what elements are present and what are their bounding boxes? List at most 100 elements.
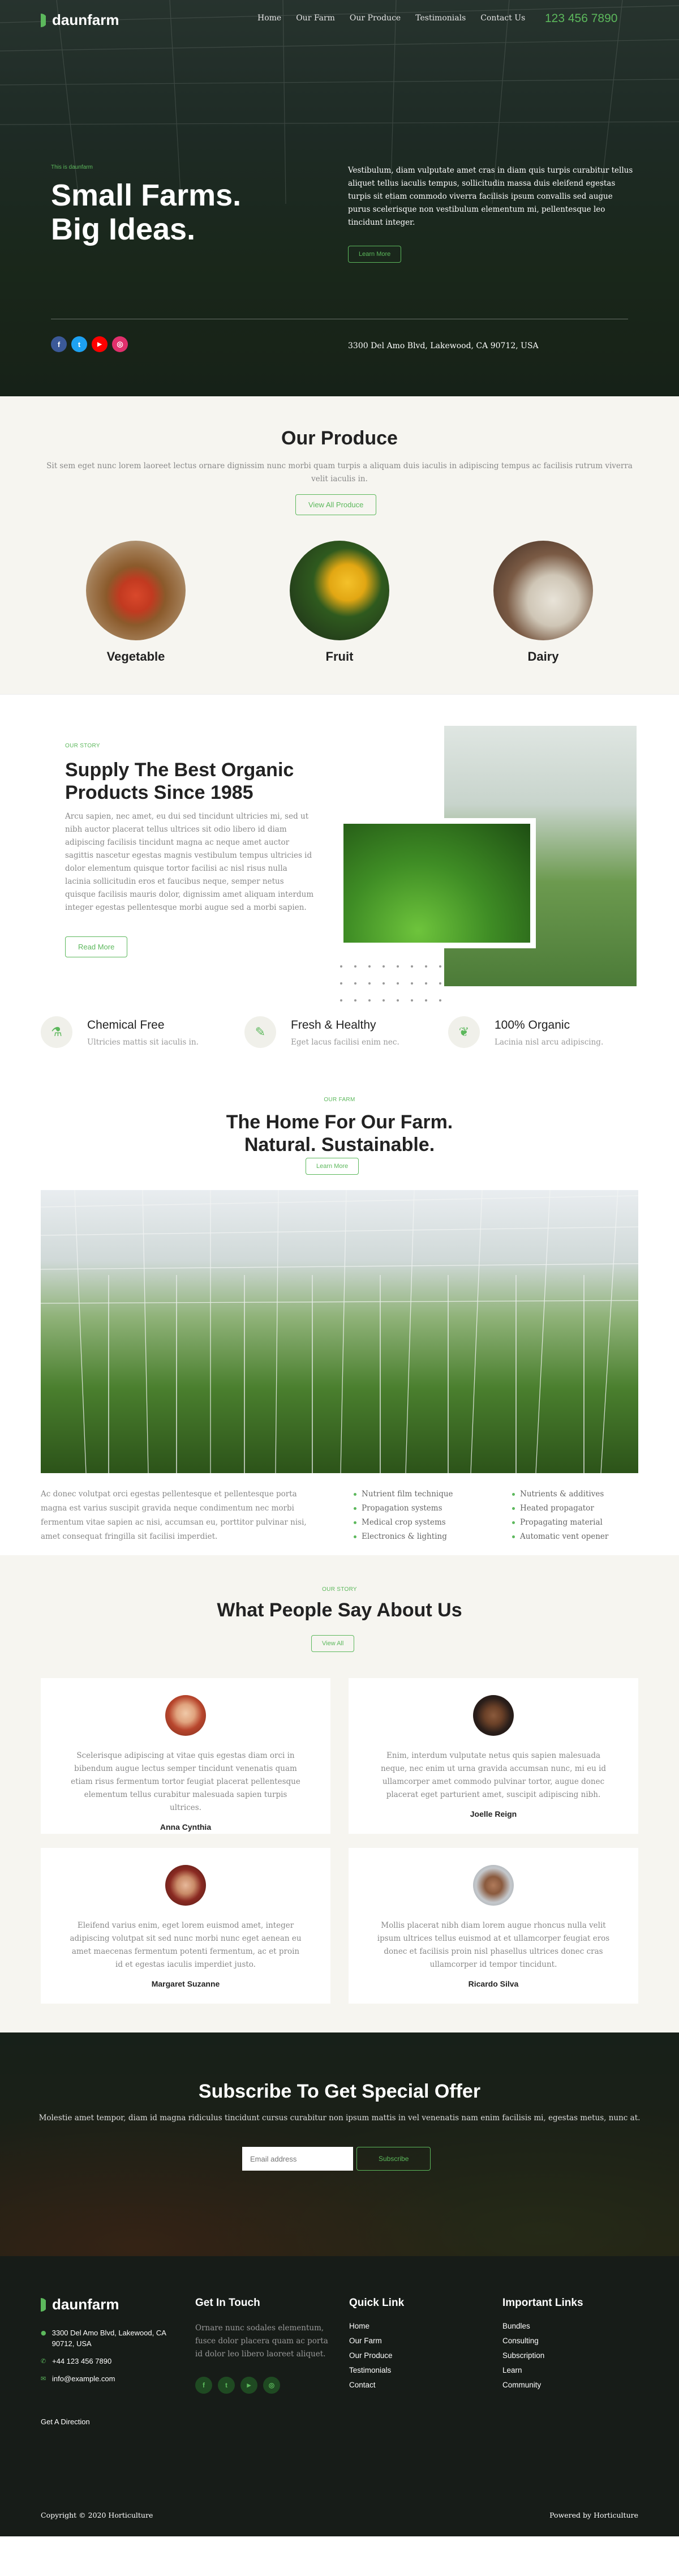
- read-more-button[interactable]: Read More: [65, 936, 128, 957]
- story-title: Supply The Best Organic Products Since 1…: [65, 759, 294, 803]
- farm-body-text: Ac donec volutpat orci egestas pellentes…: [41, 1490, 307, 1541]
- hero-tag: This is daunfarm: [51, 164, 93, 170]
- view-all-testimonials-button[interactable]: View All: [311, 1635, 355, 1652]
- testimonial-quote: Eleifend varius enim, eget lorem euismod…: [70, 1921, 302, 1969]
- produce-title: Our Produce: [281, 427, 398, 449]
- logo-text: daunfarm: [52, 2296, 119, 2313]
- testimonial-quote: Enim, interdum vulputate netus quis sapi…: [380, 1751, 607, 1799]
- list-item: Medical crop systems: [354, 1516, 453, 1530]
- nav-link-our-farm[interactable]: Our Farm: [296, 14, 335, 23]
- powered-by-text: Powered by Horticulture: [549, 2511, 638, 2519]
- instagram-icon[interactable]: ◎: [112, 336, 128, 352]
- footer-quick-links: Quick Link Home Our Farm Our Produce Tes…: [349, 2297, 404, 2395]
- footer-social-icons: f t ▶ ◎: [195, 2377, 331, 2394]
- produce-description: Sit sem eget nunc lorem laoreet lectus o…: [46, 461, 633, 483]
- nav-link-our-produce[interactable]: Our Produce: [350, 14, 401, 23]
- hero-title-line1: Small Farms.: [51, 178, 242, 212]
- nav-phone[interactable]: 123 456 7890: [545, 12, 617, 25]
- view-all-produce-button[interactable]: View All Produce: [295, 494, 377, 515]
- produce-item-dairy[interactable]: Dairy: [492, 541, 594, 664]
- seedlings-image: [338, 818, 536, 948]
- footer-link-contact[interactable]: Contact: [349, 2381, 404, 2389]
- list-item: Heated propagator: [512, 1501, 608, 1516]
- subscribe-button[interactable]: Subscribe: [356, 2147, 431, 2171]
- phone-icon: ✆: [41, 2357, 46, 2365]
- footer-get-in-touch: Get In Touch Ornare nunc sodales element…: [195, 2297, 331, 2394]
- hero-learn-more-button[interactable]: Learn More: [348, 246, 402, 263]
- footer-bottom-bar: Copyright © 2020 Horticulture Powered by…: [41, 2511, 638, 2519]
- greenhouse-wide-image: [41, 1190, 638, 1473]
- avatar: [165, 1695, 206, 1736]
- testimonial-name: Margaret Suzanne: [151, 1979, 220, 1988]
- dairy-image: [493, 541, 593, 640]
- twitter-icon[interactable]: t: [71, 336, 87, 352]
- mail-icon: ✉: [41, 2375, 46, 2382]
- hero-address: 3300 Del Amo Blvd, Lakewood, CA 90712, U…: [348, 341, 539, 350]
- logo-text: daunfarm: [52, 11, 119, 28]
- facebook-icon[interactable]: f: [195, 2377, 212, 2394]
- feature-chemical-free: ⚗ Chemical Free Ultricies mattis sit iac…: [41, 1012, 222, 1057]
- story-tag: OUR STORY: [65, 743, 100, 749]
- story-section: OUR STORY Supply The Best Organic Produc…: [0, 695, 679, 1063]
- footer-link-home[interactable]: Home: [349, 2322, 404, 2330]
- footer-link-consulting[interactable]: Consulting: [502, 2337, 583, 2345]
- youtube-icon[interactable]: ▶: [92, 336, 108, 352]
- footer-heading: Get In Touch: [195, 2297, 260, 2309]
- feature-organic: ❦ 100% Organic Lacinia nisl arcu adipisc…: [448, 1012, 629, 1057]
- twitter-icon[interactable]: t: [218, 2377, 235, 2394]
- email-field[interactable]: [242, 2147, 353, 2171]
- footer-link-bundles[interactable]: Bundles: [502, 2322, 583, 2330]
- footer-email[interactable]: ✉ info@example.com: [41, 2373, 177, 2384]
- produce-item-fruit[interactable]: Fruit: [289, 541, 390, 664]
- footer-touch-text: Ornare nunc sodales elementum, fusce dol…: [195, 2323, 328, 2359]
- nav-link-home[interactable]: Home: [257, 14, 281, 23]
- footer-link-subscription[interactable]: Subscription: [502, 2351, 583, 2360]
- nav-link-testimonials[interactable]: Testimonials: [415, 14, 466, 23]
- footer-phone[interactable]: ✆ +44 123 456 7890: [41, 2356, 177, 2367]
- farm-learn-more-button[interactable]: Learn More: [306, 1158, 359, 1175]
- fruit-image: [290, 541, 389, 640]
- testimonial-quote: Scelerisque adipiscing at vitae quis ege…: [71, 1751, 300, 1812]
- testimonial-name: Anna Cynthia: [160, 1822, 212, 1832]
- hero-social-icons: f t ▶ ◎: [51, 336, 128, 352]
- feature-fresh-healthy: ✎ Fresh & Healthy Eget lacus facilisi en…: [244, 1012, 426, 1057]
- testimonial-name: Joelle Reign: [470, 1809, 517, 1818]
- flask-icon: ⚗: [41, 1016, 72, 1048]
- hero-title: Small Farms. Big Ideas.: [51, 178, 323, 246]
- produce-item-label: Fruit: [325, 649, 354, 664]
- list-item: Propagation systems: [354, 1501, 453, 1516]
- top-nav: daunfarm Home Our Farm Our Produce Testi…: [0, 11, 679, 28]
- list-item: Automatic vent opener: [512, 1530, 608, 1544]
- testimonial-name: Ricardo Silva: [468, 1979, 519, 1988]
- footer-contact-info: ● 3300 Del Amo Blvd, Lakewood, CA 90712,…: [41, 2327, 177, 2391]
- youtube-icon[interactable]: ▶: [240, 2377, 257, 2394]
- footer-link-learn[interactable]: Learn: [502, 2366, 583, 2374]
- footer-logo[interactable]: daunfarm: [41, 2296, 119, 2313]
- testimonial-card: Scelerisque adipiscing at vitae quis ege…: [41, 1678, 330, 1834]
- feature-desc: Lacinia nisl arcu adipiscing.: [495, 1038, 604, 1047]
- testimonial-quote: Mollis placerat nibh diam lorem augue rh…: [377, 1921, 610, 1969]
- map-pin-icon: ●: [41, 2329, 46, 2337]
- footer-link-our-farm[interactable]: Our Farm: [349, 2337, 404, 2345]
- produce-item-label: Vegetable: [106, 649, 165, 664]
- farm-title-line2: Natural. Sustainable.: [244, 1134, 435, 1156]
- footer-address: ● 3300 Del Amo Blvd, Lakewood, CA 90712,…: [41, 2327, 177, 2349]
- get-direction-link[interactable]: Get A Direction: [41, 2417, 90, 2426]
- footer-link-community[interactable]: Community: [502, 2381, 583, 2389]
- footer-email-text: info@example.com: [52, 2374, 115, 2383]
- feature-title: Chemical Free: [87, 1019, 165, 1032]
- logo[interactable]: daunfarm: [41, 11, 119, 29]
- instagram-icon[interactable]: ◎: [263, 2377, 280, 2394]
- farm-feature-list-2: Nutrients & additives Heated propagator …: [512, 1487, 608, 1544]
- hero-description: Vestibulum, diam vulputate amet cras in …: [348, 166, 633, 227]
- list-item: Nutrient film technique: [354, 1487, 453, 1501]
- produce-item-vegetable[interactable]: Vegetable: [85, 541, 187, 664]
- farm-title-line1: The Home For Our Farm.: [226, 1111, 453, 1133]
- footer-link-testimonials[interactable]: Testimonials: [349, 2366, 404, 2374]
- nav-links: Home Our Farm Our Produce Testimonials C…: [257, 14, 525, 23]
- footer-link-our-produce[interactable]: Our Produce: [349, 2351, 404, 2360]
- facebook-icon[interactable]: f: [51, 336, 67, 352]
- produce-item-label: Dairy: [527, 649, 559, 664]
- farm-tag: OUR FARM: [324, 1097, 355, 1103]
- nav-link-contact-us[interactable]: Contact Us: [480, 14, 525, 23]
